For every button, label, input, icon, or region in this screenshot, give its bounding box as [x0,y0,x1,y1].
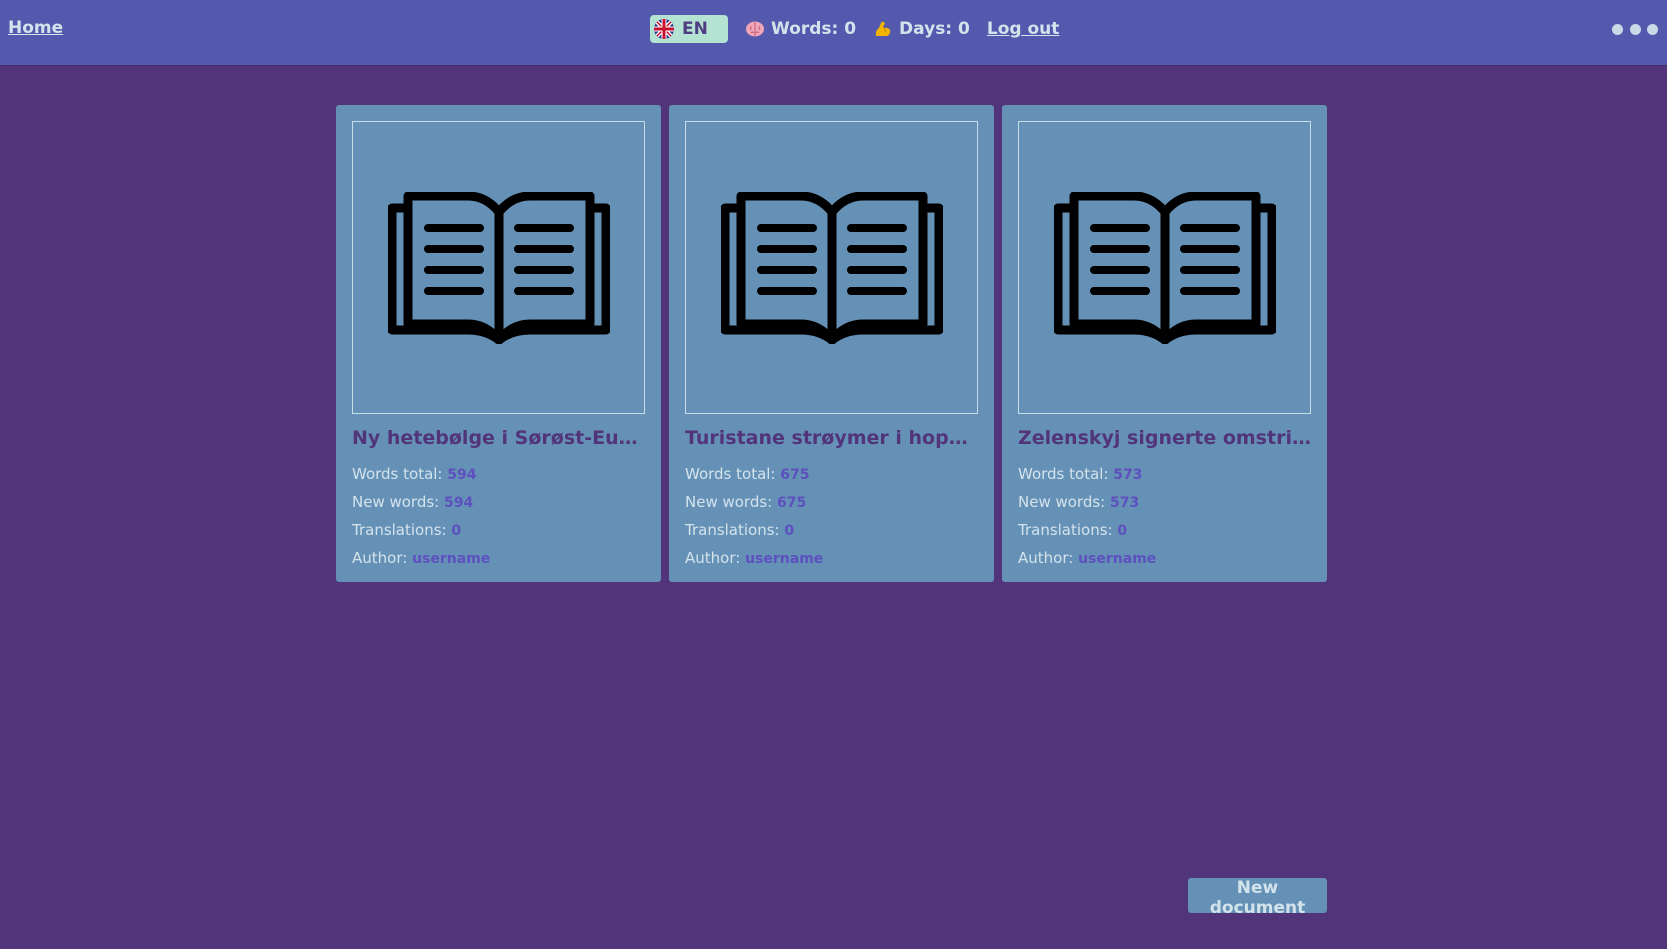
translations-row: Translations: 0 [685,516,978,544]
brain-icon [746,21,764,37]
translations-label: Translations: [685,521,780,539]
translations-label: Translations: [352,521,447,539]
document-list: Ny hetebølge i Sørøst-Europa ... Words t… [336,105,1327,582]
logout-link[interactable]: Log out [987,19,1060,39]
document-stats: Words total: 573 New words: 573 Translat… [1018,460,1311,572]
document-cover [685,121,978,414]
author-value: username [1078,551,1157,567]
words-total-value: 675 [780,467,810,483]
document-cover [352,121,645,414]
language-button[interactable]: EN [650,15,728,43]
words-total-row: Words total: 594 [352,460,645,488]
new-words-row: New words: 594 [352,488,645,516]
open-book-icon [720,191,943,344]
flexed-biceps-icon [875,21,891,36]
document-card[interactable]: Ny hetebølge i Sørøst-Europa ... Words t… [336,105,661,582]
top-bar: Home EN Words: 0 Days: 0 Log out [0,0,1667,65]
translations-value: 0 [451,523,462,539]
author-value: username [412,551,491,567]
translations-value: 0 [1117,523,1128,539]
dot [1612,23,1623,35]
document-title[interactable]: Ny hetebølge i Sørøst-Europa ... [352,426,645,450]
author-value: username [745,551,824,567]
words-total-value: 573 [1113,467,1143,483]
language-label: EN [682,19,708,39]
words-count-label: Words: 0 [771,19,857,39]
new-words-row: New words: 675 [685,488,978,516]
words-total-row: Words total: 573 [1018,460,1311,488]
document-title[interactable]: Zelenskyj signerte omstridt lo... [1018,426,1311,450]
words-total-label: Words total: [685,465,776,483]
author-label: Author: [685,549,741,567]
more-dots-icon[interactable] [1612,20,1658,38]
new-words-label: New words: [685,493,773,511]
document-card[interactable]: Turistane strøymer i hopetal ti... Words… [669,105,994,582]
uk-flag-icon [654,19,674,39]
author-row: Author: username [352,544,645,572]
days-counter: Days: 0 [873,19,970,39]
new-words-value: 573 [1110,495,1140,511]
new-document-button[interactable]: New document [1188,878,1327,918]
translations-label: Translations: [1018,521,1113,539]
words-counter: Words: 0 [745,19,856,39]
author-label: Author: [1018,549,1074,567]
top-nav: EN Words: 0 Days: 0 Log out [650,15,1059,43]
home-link[interactable]: Home [8,18,63,38]
dot [1629,23,1641,35]
dot [1647,23,1658,35]
document-title[interactable]: Turistane strøymer i hopetal ti... [685,426,978,450]
new-words-value: 594 [444,495,474,511]
document-stats: Words total: 675 New words: 675 Translat… [685,460,978,572]
new-words-label: New words: [1018,493,1106,511]
author-row: Author: username [685,544,978,572]
translations-row: Translations: 0 [352,516,645,544]
words-total-label: Words total: [1018,465,1109,483]
document-stats: Words total: 594 New words: 594 Translat… [352,460,645,572]
document-cover [1018,121,1311,414]
document-card[interactable]: Zelenskyj signerte omstridt lo... Words … [1002,105,1327,582]
open-book-icon [387,191,610,344]
translations-value: 0 [784,523,795,539]
translations-row: Translations: 0 [1018,516,1311,544]
new-words-row: New words: 573 [1018,488,1311,516]
days-count-label: Days: 0 [899,19,970,39]
author-label: Author: [352,549,408,567]
words-total-row: Words total: 675 [685,460,978,488]
open-book-icon [1053,191,1276,344]
new-words-value: 675 [777,495,807,511]
author-row: Author: username [1018,544,1311,572]
words-total-value: 594 [447,467,477,483]
new-words-label: New words: [352,493,440,511]
words-total-label: Words total: [352,465,443,483]
